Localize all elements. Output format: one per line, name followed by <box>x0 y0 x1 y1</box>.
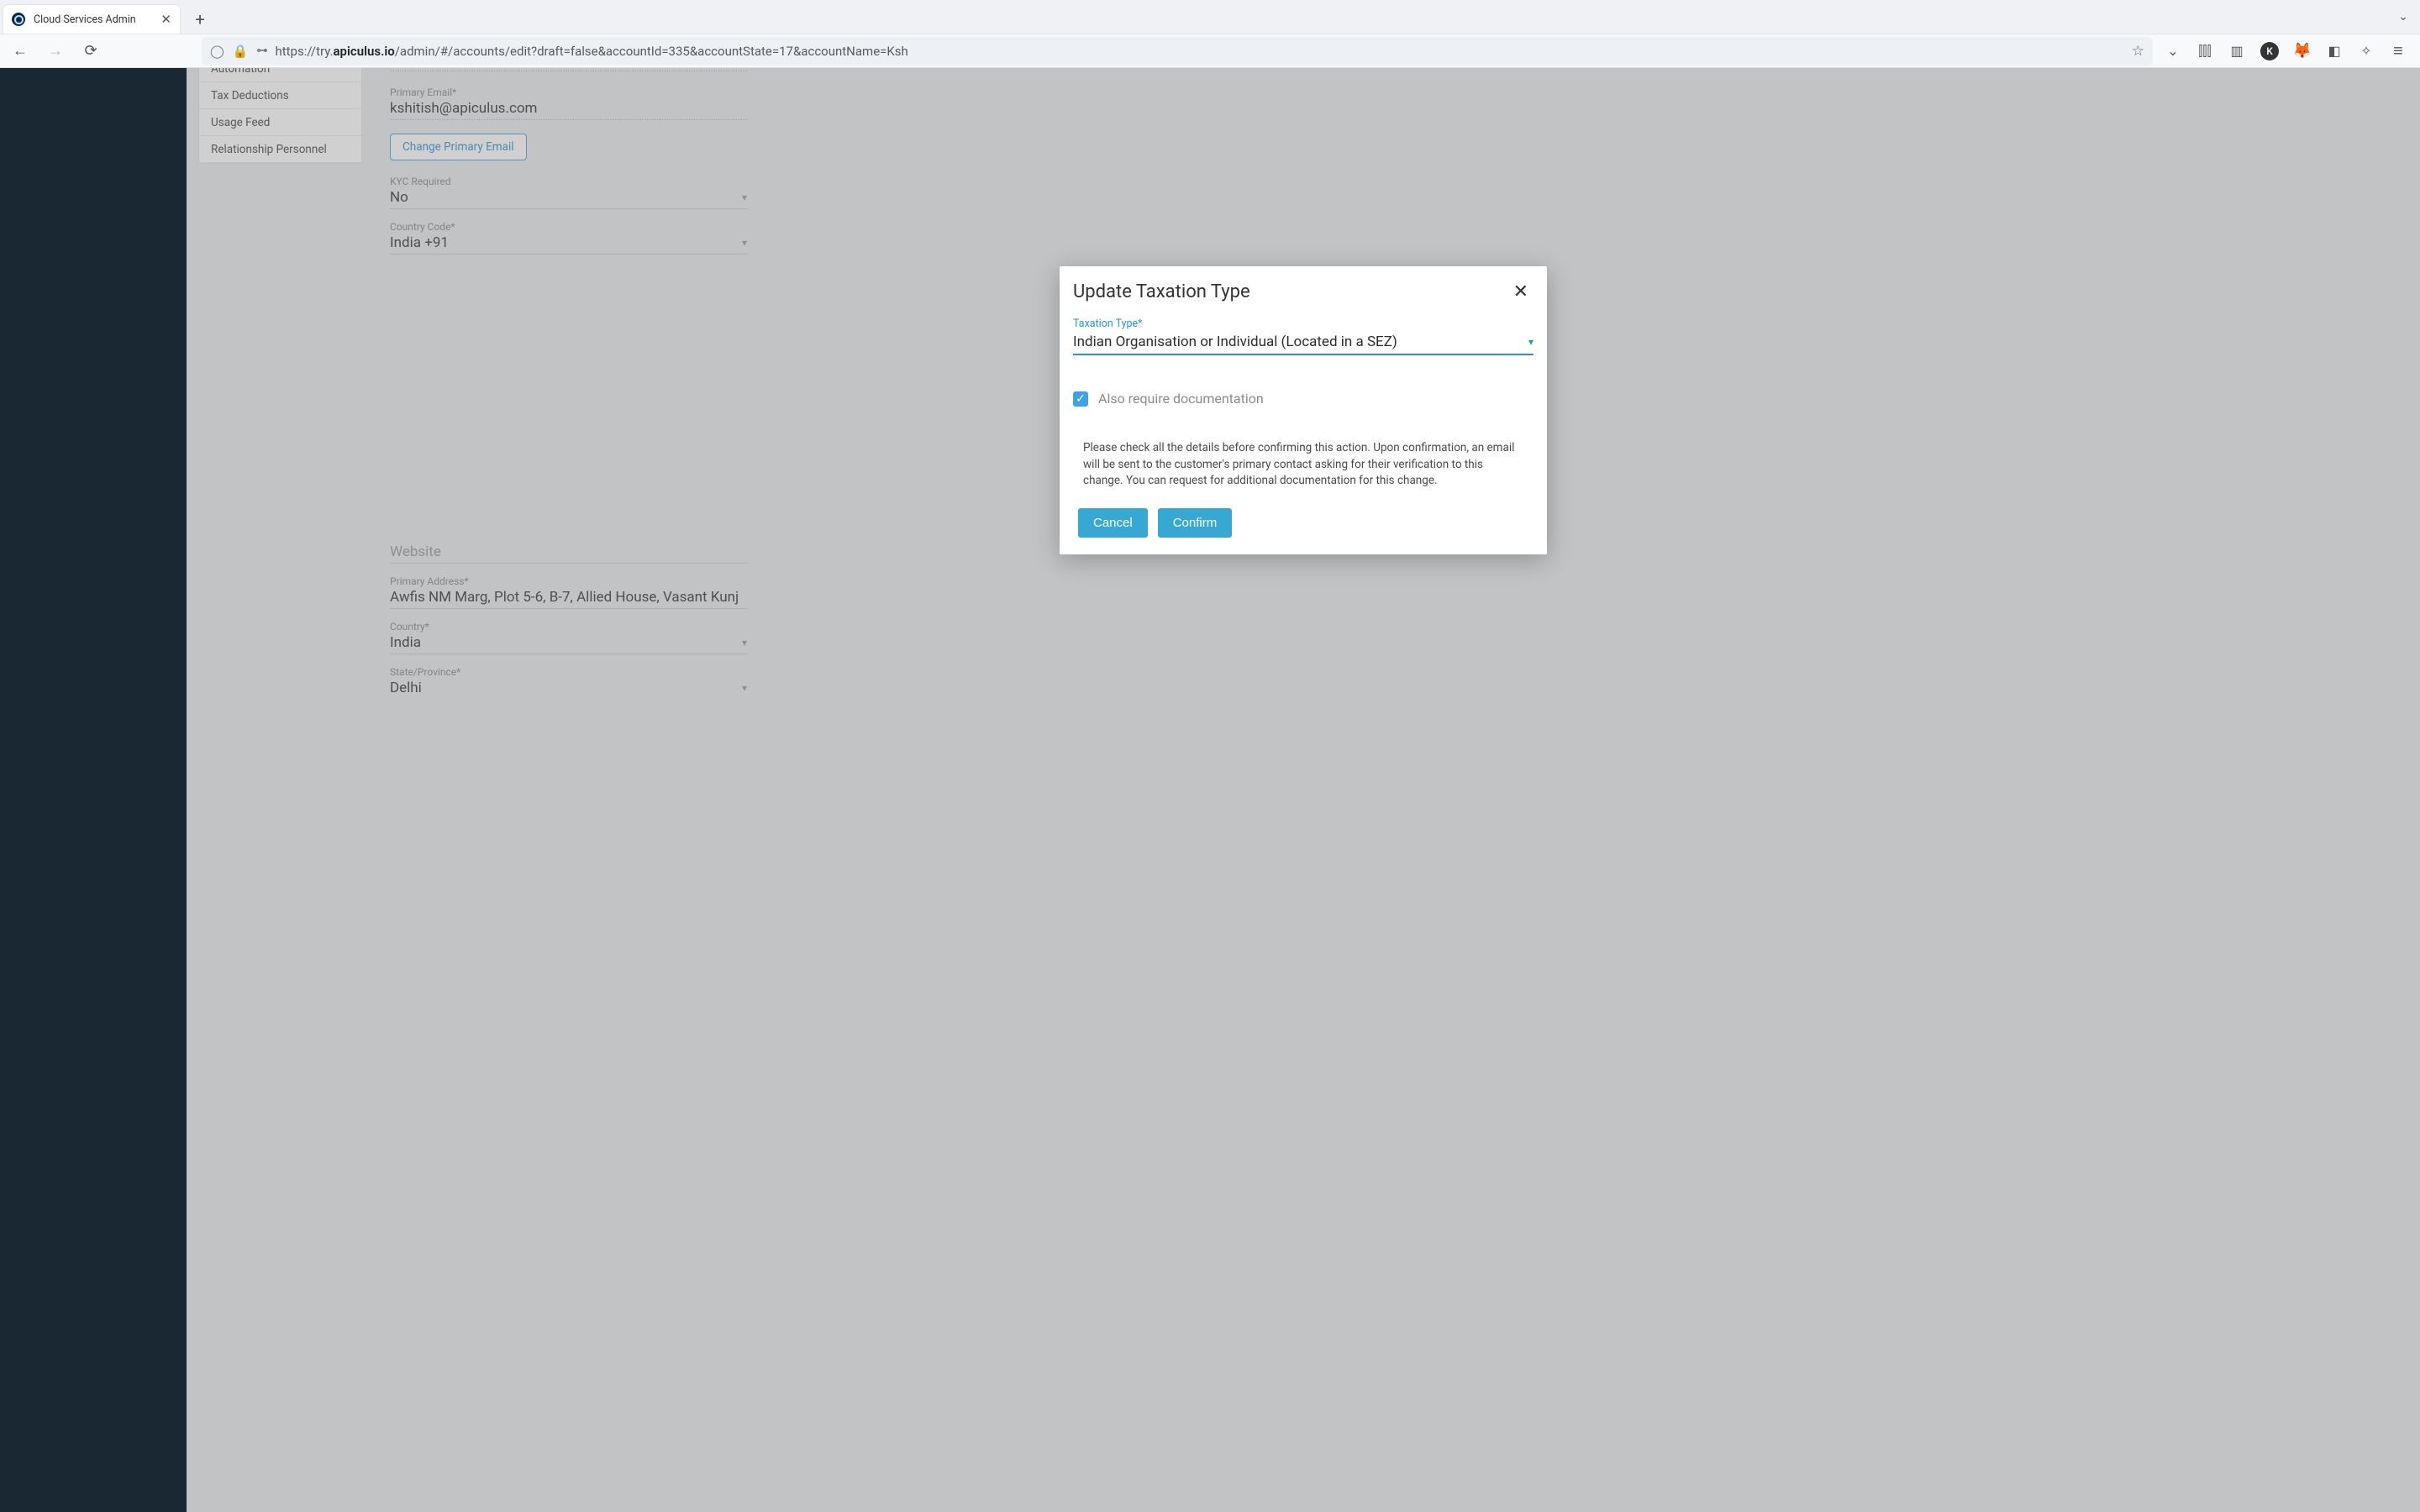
tab-title: Cloud Services Admin <box>34 13 152 26</box>
bookmark-star-icon[interactable]: ☆ <box>2132 43 2144 60</box>
library-icon[interactable]: ⫿⫿⫿ <box>2196 43 2213 60</box>
extensions-icon[interactable]: ✧ <box>2358 43 2375 60</box>
reload-button[interactable]: ⟳ <box>79 39 103 63</box>
metamask-icon[interactable]: 🦊 <box>2294 43 2311 60</box>
lock-icon[interactable]: 🔒 <box>233 44 249 59</box>
tab-close-icon[interactable]: ✕ <box>160 12 171 27</box>
label-taxation-type: Taxation Type* <box>1073 318 1534 330</box>
select-taxation-type[interactable]: Indian Organisation or Individual (Locat… <box>1073 333 1534 355</box>
modal-title: Update Taxation Type <box>1073 281 1250 302</box>
confirm-button[interactable]: Confirm <box>1158 508 1233 538</box>
checkbox-also-require-documentation[interactable]: ✓ <box>1073 391 1088 407</box>
page: Automation Tax Deductions Usage Feed Rel… <box>0 68 2420 1512</box>
app-left-rail <box>0 68 187 1512</box>
tab-strip: Cloud Services Admin ✕ + ⌄ <box>0 0 2420 34</box>
address-bar[interactable]: ◯ 🔒 ⊶ https://try.apiculus.io/admin/#/ac… <box>202 37 2153 66</box>
tabs-overflow-icon[interactable]: ⌄ <box>2386 0 2420 34</box>
chevron-down-icon[interactable]: ▾ <box>1528 336 1534 348</box>
pocket-icon[interactable]: ⌄ <box>2165 43 2181 60</box>
account-k-icon[interactable]: K <box>2260 42 2279 60</box>
value-taxation-type: Indian Organisation or Individual (Locat… <box>1073 333 1397 350</box>
update-taxation-type-modal: Update Taxation Type ✕ Taxation Type* In… <box>1060 266 1547 554</box>
label-also-require-documentation: Also require documentation <box>1098 391 1264 407</box>
permissions-icon[interactable]: ⊶ <box>256 45 266 57</box>
modal-close-icon[interactable]: ✕ <box>1508 281 1534 302</box>
forward-button[interactable]: → <box>44 39 67 63</box>
browser-tab[interactable]: Cloud Services Admin ✕ <box>3 5 180 34</box>
favicon-icon <box>12 13 25 26</box>
new-tab-button[interactable]: + <box>188 8 212 31</box>
sidebar-toggle-icon[interactable]: ▥ <box>2228 43 2245 60</box>
modal-note-text: Please check all the details before conf… <box>1073 440 1534 490</box>
crop-extension-icon[interactable]: ◧ <box>2326 43 2343 60</box>
shield-icon[interactable]: ◯ <box>210 44 224 59</box>
url-text: https://try.apiculus.io/admin/#/accounts… <box>275 44 2123 59</box>
content-area: Automation Tax Deductions Usage Feed Rel… <box>187 68 2420 1512</box>
back-button[interactable]: ← <box>8 39 32 63</box>
toolbar-right-icons: ⌄ ⫿⫿⫿ ▥ K 🦊 ◧ ✧ ≡ <box>2165 42 2412 60</box>
hamburger-menu-icon[interactable]: ≡ <box>2390 43 2407 60</box>
toolbar: ← → ⟳ ◯ 🔒 ⊶ https://try.apiculus.io/admi… <box>0 34 2420 67</box>
browser-chrome: Cloud Services Admin ✕ + ⌄ ← → ⟳ ◯ 🔒 ⊶ h… <box>0 0 2420 68</box>
cancel-button[interactable]: Cancel <box>1078 508 1148 538</box>
